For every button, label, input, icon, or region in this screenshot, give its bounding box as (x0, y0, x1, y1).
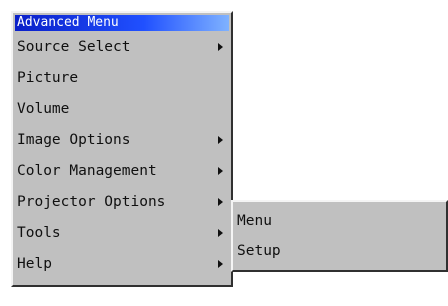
menu-item-image-options[interactable]: Image Options (15, 126, 229, 154)
menu-item-label: Volume (17, 101, 70, 117)
menu-item-label: Projector Options (17, 194, 166, 210)
submenu-item-setup[interactable]: Setup (237, 238, 437, 264)
menu-item-label: Help (17, 256, 52, 272)
menu-item-source-select[interactable]: Source Select (15, 33, 229, 61)
projector-options-submenu: Menu Setup (231, 200, 448, 272)
menu-item-label: Image Options (17, 132, 131, 148)
submenu-item-label: Menu (237, 213, 272, 229)
menu-item-label: Tools (17, 225, 61, 241)
advanced-menu: Advanced Menu Source Select Picture Volu… (11, 11, 233, 287)
submenu-item-menu[interactable]: Menu (237, 208, 437, 234)
menu-item-picture[interactable]: Picture (15, 64, 229, 92)
triangle-right-icon (218, 260, 223, 268)
triangle-right-icon (218, 229, 223, 237)
triangle-right-icon (218, 136, 223, 144)
menu-item-color-management[interactable]: Color Management (15, 157, 229, 185)
submenu-item-label: Setup (237, 243, 281, 259)
triangle-right-icon (218, 167, 223, 175)
menu-item-label: Picture (17, 70, 79, 86)
menu-item-volume[interactable]: Volume (15, 95, 229, 123)
triangle-right-icon (218, 43, 223, 51)
menu-item-help[interactable]: Help (15, 250, 229, 278)
triangle-right-icon (218, 198, 223, 206)
menu-item-label: Color Management (17, 163, 157, 179)
menu-item-tools[interactable]: Tools (15, 219, 229, 247)
menu-title: Advanced Menu (15, 15, 229, 31)
menu-item-label: Source Select (17, 39, 131, 55)
menu-item-projector-options[interactable]: Projector Options (15, 188, 229, 216)
